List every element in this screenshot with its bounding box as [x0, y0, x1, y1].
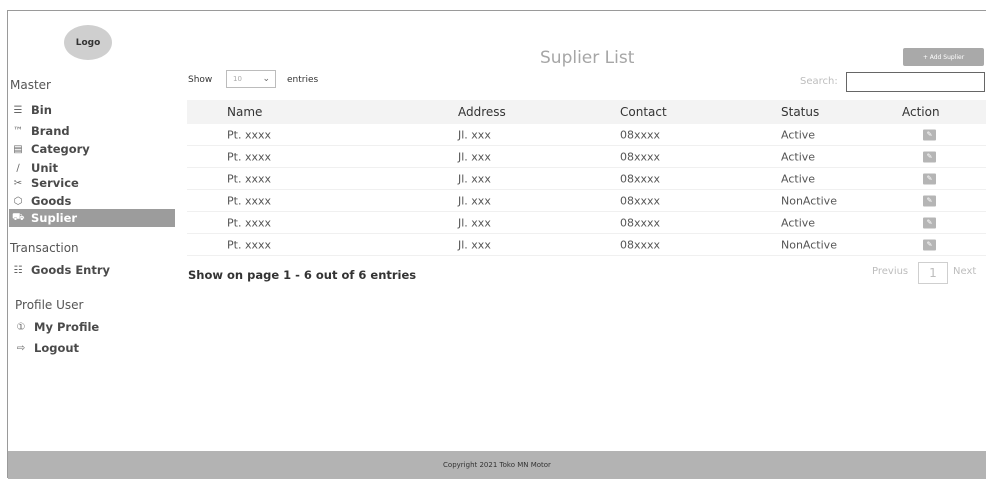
cell-status: Active: [781, 150, 816, 163]
sidebar-item-label: Goods Entry: [31, 263, 111, 277]
cell-address: Jl. xxx: [458, 128, 491, 141]
sidebar-item-label: Service: [31, 176, 79, 190]
cell-contact: 08xxxx: [620, 172, 661, 185]
table-row: Pt. xxxx Jl. xxx 08xxxx NonActive ✎: [187, 234, 986, 256]
cell-status: Active: [781, 172, 816, 185]
master-section-label: Master: [10, 78, 51, 92]
truck-icon: ⛟: [12, 211, 25, 223]
cell-contact: 08xxxx: [620, 150, 661, 163]
clipboard-icon: ☷: [13, 264, 23, 276]
sidebar-item-label: Category: [31, 142, 90, 156]
cell-name: Pt. xxxx: [227, 238, 271, 251]
entries-summary: Show on page 1 - 6 out of 6 entries: [188, 268, 417, 282]
logo: Logo: [64, 25, 112, 60]
cell-address: Jl. xxx: [458, 150, 491, 163]
cell-name: Pt. xxxx: [227, 128, 271, 141]
chevron-down-icon: ⌄: [262, 74, 270, 84]
cell-address: Jl. xxx: [458, 238, 491, 251]
sidebar-item-suplier[interactable]: ⛟ Suplier: [9, 209, 175, 227]
user-icon: ①: [16, 321, 26, 333]
cell-contact: 08xxxx: [620, 216, 661, 229]
sidebar-item-goods[interactable]: ⬡ Goods: [12, 194, 72, 208]
edit-icon[interactable]: ✎: [923, 129, 936, 140]
page-title: Suplier List: [540, 48, 635, 68]
suplier-table: Name Address Contact Status Action Pt. x…: [187, 100, 986, 256]
profile-section-label: Profile User: [15, 298, 84, 312]
edit-icon[interactable]: ✎: [923, 195, 936, 206]
sidebar-item-logout[interactable]: ⇨ Logout: [15, 341, 79, 355]
sidebar-item-category[interactable]: ▤ Category: [12, 142, 90, 156]
cell-status: Active: [781, 216, 816, 229]
cell-contact: 08xxxx: [620, 194, 661, 207]
sidebar-item-bin[interactable]: ☰ Bin: [12, 103, 52, 117]
sidebar-item-label: Logout: [34, 341, 80, 355]
column-header-contact[interactable]: Contact: [620, 105, 667, 119]
sidebar-item-brand[interactable]: ™ Brand: [12, 124, 70, 138]
entries-label: entries: [287, 75, 319, 85]
column-header-name[interactable]: Name: [227, 105, 262, 119]
column-header-status[interactable]: Status: [781, 105, 819, 119]
entries-select-value: 10: [233, 75, 242, 83]
edit-icon[interactable]: ✎: [923, 151, 936, 162]
transaction-section-label: Transaction: [10, 241, 79, 255]
cell-status: NonActive: [781, 194, 837, 207]
sidebar-item-label: Goods: [31, 194, 72, 208]
cell-status: NonActive: [781, 238, 837, 251]
entries-select[interactable]: 10 ⌄: [226, 70, 276, 88]
table-row: Pt. xxxx Jl. xxx 08xxxx Active ✎: [187, 212, 986, 234]
sidebar-item-label: Suplier: [31, 211, 78, 225]
edit-icon[interactable]: ✎: [923, 239, 936, 250]
table-row: Pt. xxxx Jl. xxx 08xxxx Active ✎: [187, 168, 986, 190]
add-suplier-button[interactable]: + Add Suplier: [903, 48, 984, 66]
logout-icon: ⇨: [16, 342, 26, 354]
sidebar-item-service[interactable]: ✂ Service: [12, 176, 79, 190]
cell-name: Pt. xxxx: [227, 150, 271, 163]
search-label: Search:: [800, 76, 838, 87]
column-header-action: Action: [902, 105, 940, 119]
cell-address: Jl. xxx: [458, 172, 491, 185]
cell-name: Pt. xxxx: [227, 216, 271, 229]
pagination-page[interactable]: 1: [918, 262, 948, 284]
show-label: Show: [188, 75, 213, 85]
sidebar-item-unit[interactable]: ∕ Unit: [12, 161, 58, 175]
copyright-text: Copyright 2021 Toko MN Motor: [443, 461, 551, 469]
column-header-address[interactable]: Address: [458, 105, 506, 119]
cell-address: Jl. xxx: [458, 216, 491, 229]
table-row: Pt. xxxx Jl. xxx 08xxxx Active ✎: [187, 146, 986, 168]
sidebar-item-goods-entry[interactable]: ☷ Goods Entry: [12, 263, 111, 277]
footer: Copyright 2021 Toko MN Motor: [8, 451, 986, 479]
cell-address: Jl. xxx: [458, 194, 491, 207]
sidebar-item-label: Unit: [31, 161, 58, 175]
sidebar-item-label: My Profile: [34, 320, 100, 334]
table-row: Pt. xxxx Jl. xxx 08xxxx NonActive ✎: [187, 190, 986, 212]
table-row: Pt. xxxx Jl. xxx 08xxxx Active ✎: [187, 124, 986, 146]
cell-contact: 08xxxx: [620, 238, 661, 251]
sidebar-item-label: Brand: [31, 124, 70, 138]
box-icon: ⬡: [13, 195, 23, 207]
search-input[interactable]: [846, 72, 985, 92]
bin-icon: ☰: [13, 104, 23, 116]
table-header: Name Address Contact Status Action: [187, 100, 986, 124]
cell-status: Active: [781, 128, 816, 141]
pagination-next[interactable]: Next: [953, 266, 976, 277]
brand-icon: ™: [13, 125, 23, 137]
cell-name: Pt. xxxx: [227, 194, 271, 207]
sidebar-item-my-profile[interactable]: ① My Profile: [15, 320, 100, 334]
tools-icon: ✂: [13, 177, 23, 189]
category-icon: ▤: [13, 143, 23, 155]
sidebar-item-label: Bin: [31, 103, 52, 117]
cell-contact: 08xxxx: [620, 128, 661, 141]
edit-icon[interactable]: ✎: [923, 173, 936, 184]
pencil-icon: ∕: [16, 162, 20, 174]
edit-icon[interactable]: ✎: [923, 217, 936, 228]
cell-name: Pt. xxxx: [227, 172, 271, 185]
pagination-previous[interactable]: Previus: [872, 266, 908, 277]
